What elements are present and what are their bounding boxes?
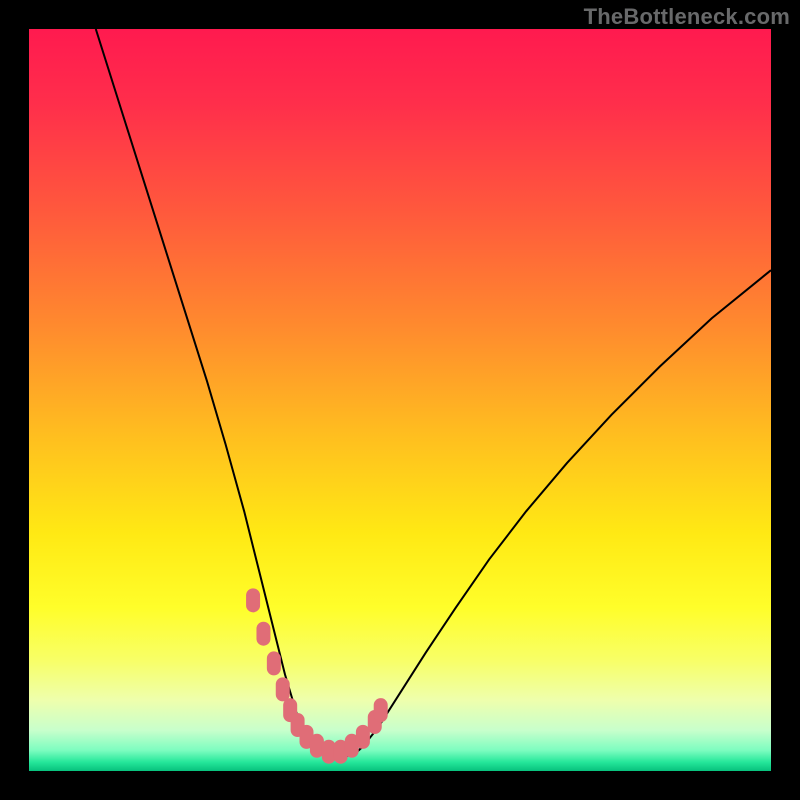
page-frame: TheBottleneck.com: [0, 0, 800, 800]
marker-dot: [256, 622, 270, 646]
marker-dot: [276, 677, 290, 701]
marker-dot: [267, 651, 281, 675]
marker-dot: [374, 698, 388, 722]
marker-dot: [356, 725, 370, 749]
marker-dot: [246, 588, 260, 612]
attribution-label: TheBottleneck.com: [584, 4, 790, 30]
gradient-background: [29, 29, 771, 771]
plot-area: [29, 29, 771, 771]
bottleneck-chart: [29, 29, 771, 771]
